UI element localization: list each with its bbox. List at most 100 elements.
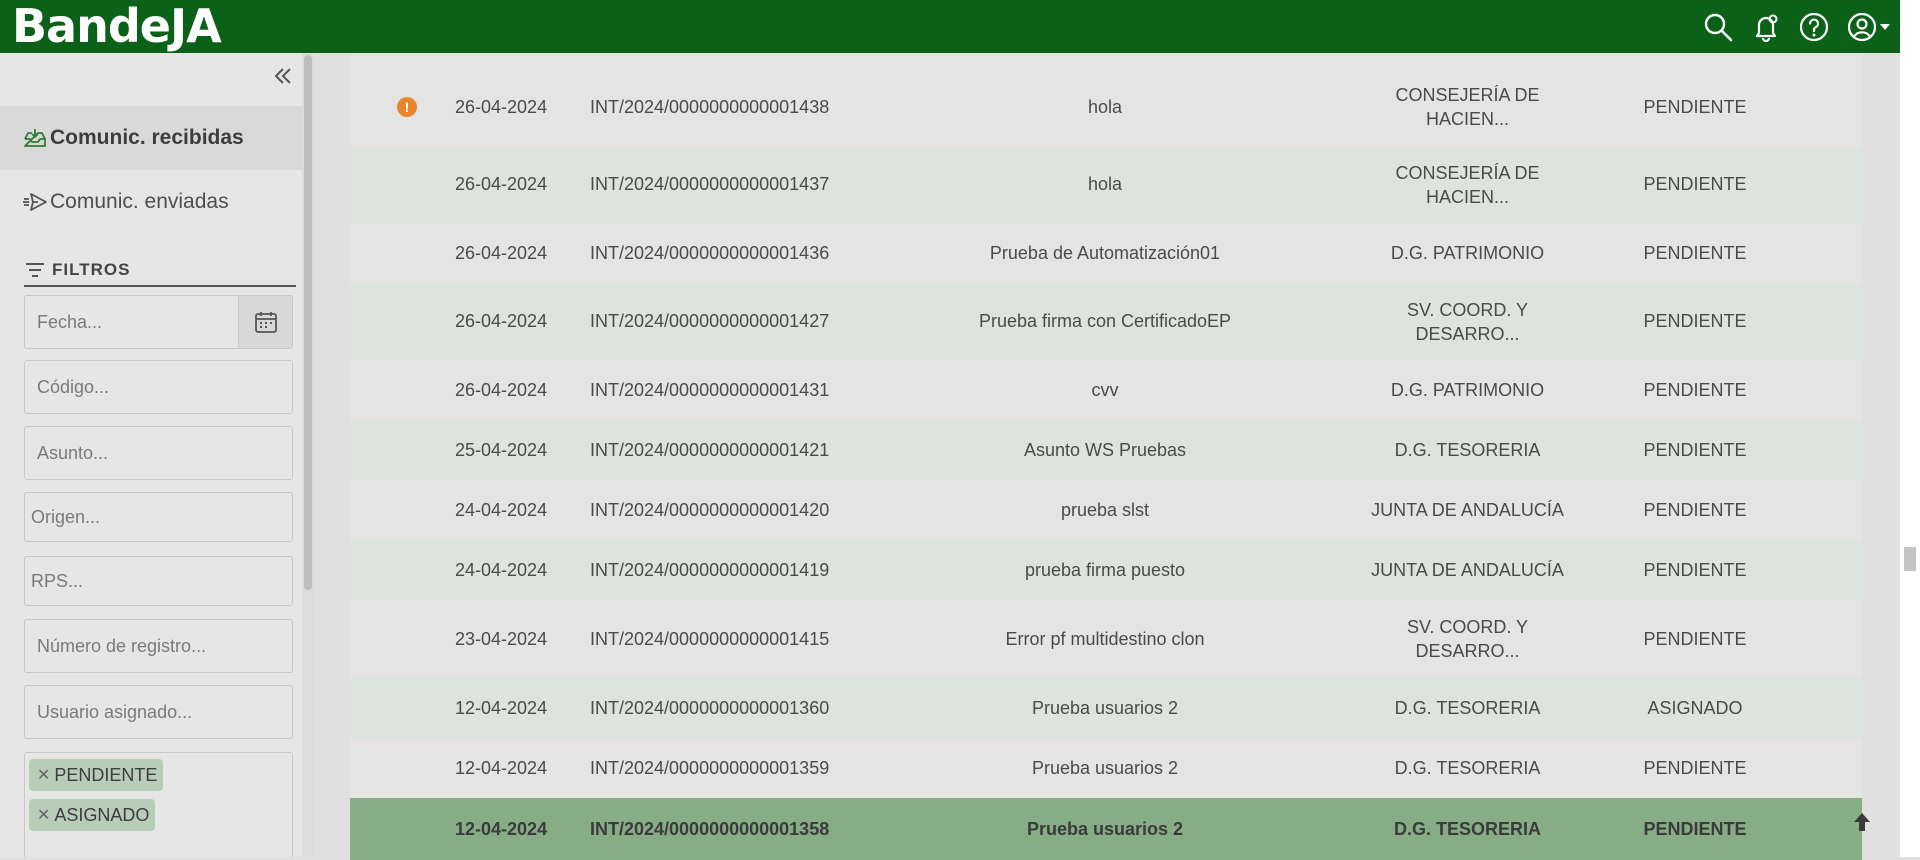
row-code: INT/2024/0000000000001438 xyxy=(590,96,830,117)
row-subject: Prueba de Automatización01 xyxy=(989,242,1221,263)
table-row[interactable]: 12-04-2024 INT/2024/0000000000001360 Pru… xyxy=(350,678,1862,738)
sidebar-scrollbar-thumb[interactable] xyxy=(304,55,312,590)
row-subject: prueba slst xyxy=(1060,499,1150,520)
table-row[interactable]: 24-04-2024 INT/2024/0000000000001420 pru… xyxy=(350,480,1862,540)
row-origin: CONSEJERÍA DE HACIEN... xyxy=(1395,85,1540,129)
remove-tag-icon[interactable]: ✕ xyxy=(37,765,50,785)
row-status: PENDIENTE xyxy=(1643,439,1747,460)
row-code: INT/2024/0000000000001436 xyxy=(590,242,830,263)
row-origin: D.G. PATRIMONIO xyxy=(1390,380,1545,400)
notification-bell-icon[interactable] xyxy=(1751,12,1781,42)
calendar-button[interactable] xyxy=(238,296,292,348)
row-subject: hola xyxy=(1087,96,1123,117)
row-subject: Prueba firma con CertificadoEP xyxy=(978,311,1232,331)
code-input[interactable] xyxy=(37,376,292,398)
row-origin: D.G. TESORERIA xyxy=(1394,698,1541,718)
row-date: 12-04-2024 xyxy=(455,818,548,839)
search-icon[interactable] xyxy=(1703,12,1733,42)
subject-filter-field xyxy=(24,426,293,480)
row-code: INT/2024/0000000000001415 xyxy=(590,628,830,649)
warning-icon: ! xyxy=(397,97,417,117)
row-code: INT/2024/0000000000001437 xyxy=(590,174,830,194)
row-date: 23-04-2024 xyxy=(455,628,548,649)
row-status: PENDIENTE xyxy=(1643,628,1747,649)
page-scrollbar[interactable] xyxy=(1900,0,1920,857)
table-row[interactable]: 26-04-2024 INT/2024/0000000000001427 Pru… xyxy=(350,283,1862,360)
row-status: PENDIENTE xyxy=(1643,96,1747,117)
row-subject: cvv xyxy=(1091,379,1119,400)
page-scrollbar-thumb[interactable] xyxy=(1904,547,1916,571)
nav-item-label: Comunic. recibidas xyxy=(50,126,244,149)
row-origin: D.G. TESORERIA xyxy=(1393,819,1541,839)
top-header: BandeJA xyxy=(0,0,1900,53)
filters-heading: FILTROS xyxy=(24,255,296,287)
date-input[interactable] xyxy=(37,311,237,333)
row-date: 26-04-2024 xyxy=(455,311,548,331)
table-row[interactable]: 25-04-2024 INT/2024/0000000000001421 Asu… xyxy=(350,420,1862,480)
user-menu[interactable] xyxy=(1847,12,1890,42)
row-status: PENDIENTE xyxy=(1643,757,1747,778)
row-status: ASIGNADO xyxy=(1647,697,1743,718)
table-row[interactable]: 23-04-2024 INT/2024/0000000000001415 Err… xyxy=(350,600,1862,678)
row-origin: CONSEJERÍA DE HACIEN... xyxy=(1395,162,1540,207)
scroll-to-top-icon[interactable] xyxy=(1850,810,1874,834)
table-row[interactable]: 12-04-2024 INT/2024/0000000000001359 Pru… xyxy=(350,738,1862,798)
row-origin: D.G. TESORERIA xyxy=(1394,440,1541,460)
assigned-user-input[interactable] xyxy=(37,701,292,723)
user-account-icon[interactable] xyxy=(1847,12,1877,42)
row-code: INT/2024/0000000000001358 xyxy=(590,818,830,839)
app-logo[interactable]: BandeJA xyxy=(12,0,222,53)
calendar-icon xyxy=(254,312,277,333)
row-date: 25-04-2024 xyxy=(455,439,548,460)
row-status: PENDIENTE xyxy=(1643,242,1747,263)
date-filter-field xyxy=(24,295,293,349)
row-origin: JUNTA DE ANDALUCÍA xyxy=(1371,560,1564,580)
assigned-user-filter-field xyxy=(24,685,293,739)
status-filter-multiselect[interactable]: ✕ PENDIENTE ✕ ASIGNADO xyxy=(24,752,293,857)
help-icon[interactable] xyxy=(1799,12,1829,42)
table-row[interactable]: 24-04-2024 INT/2024/0000000000001419 pru… xyxy=(350,540,1862,600)
communications-table: ! 26-04-2024 INT/2024/0000000000001438 h… xyxy=(350,53,1862,860)
remove-tag-icon[interactable]: ✕ xyxy=(37,805,50,825)
table-row[interactable]: 26-04-2024 INT/2024/0000000000001436 Pru… xyxy=(350,223,1862,283)
table-row[interactable]: 26-04-2024 INT/2024/0000000000001437 hol… xyxy=(350,146,1862,223)
status-tag-label: ASIGNADO xyxy=(54,804,150,825)
chevron-down-icon[interactable] xyxy=(1880,23,1890,30)
table-row[interactable]: ! 26-04-2024 INT/2024/0000000000001438 h… xyxy=(350,68,1862,146)
inbox-icon xyxy=(24,129,46,147)
table-row[interactable]: 26-04-2024 INT/2024/0000000000001431 cvv… xyxy=(350,360,1862,420)
row-date: 24-04-2024 xyxy=(455,559,548,580)
sidebar: Comunic. recibidas Comunic. enviadas FIL… xyxy=(0,53,302,857)
table-row-selected[interactable]: 12-04-2024 INT/2024/0000000000001358 Pru… xyxy=(350,798,1862,860)
row-subject: Prueba usuarios 2 xyxy=(1031,757,1179,778)
row-date: 24-04-2024 xyxy=(455,499,548,520)
row-date: 12-04-2024 xyxy=(455,757,548,778)
collapse-sidebar-icon[interactable] xyxy=(272,65,294,87)
nav-item-comunic-enviadas[interactable]: Comunic. enviadas xyxy=(0,170,302,234)
row-subject: prueba firma puesto xyxy=(1024,559,1186,580)
send-icon xyxy=(23,193,47,211)
row-subject: Prueba usuarios 2 xyxy=(1026,818,1184,839)
origin-input[interactable] xyxy=(31,506,292,528)
sidebar-scrollbar[interactable] xyxy=(302,53,314,857)
registry-number-input[interactable] xyxy=(37,635,292,657)
subject-input[interactable] xyxy=(37,442,292,464)
status-tag-label: PENDIENTE xyxy=(54,764,158,785)
row-date: 26-04-2024 xyxy=(455,174,548,194)
row-status: PENDIENTE xyxy=(1643,174,1747,194)
nav-item-comunic-recibidas[interactable]: Comunic. recibidas xyxy=(0,106,302,170)
filter-icon xyxy=(26,263,44,277)
row-subject: Error pf multidestino clon xyxy=(1005,628,1205,649)
row-code: INT/2024/0000000000001421 xyxy=(590,439,830,460)
row-status: PENDIENTE xyxy=(1643,559,1747,580)
row-code: INT/2024/0000000000001420 xyxy=(590,499,830,520)
table-top-strip xyxy=(350,53,1862,68)
filters-title: FILTROS xyxy=(52,260,131,279)
row-date: 26-04-2024 xyxy=(455,96,548,117)
row-code: INT/2024/0000000000001431 xyxy=(590,379,830,400)
row-origin: D.G. PATRIMONIO xyxy=(1390,243,1545,263)
row-date: 26-04-2024 xyxy=(455,379,548,400)
code-filter-field xyxy=(24,360,293,414)
rps-input[interactable] xyxy=(31,570,292,592)
nav-item-label: Comunic. enviadas xyxy=(50,190,229,213)
